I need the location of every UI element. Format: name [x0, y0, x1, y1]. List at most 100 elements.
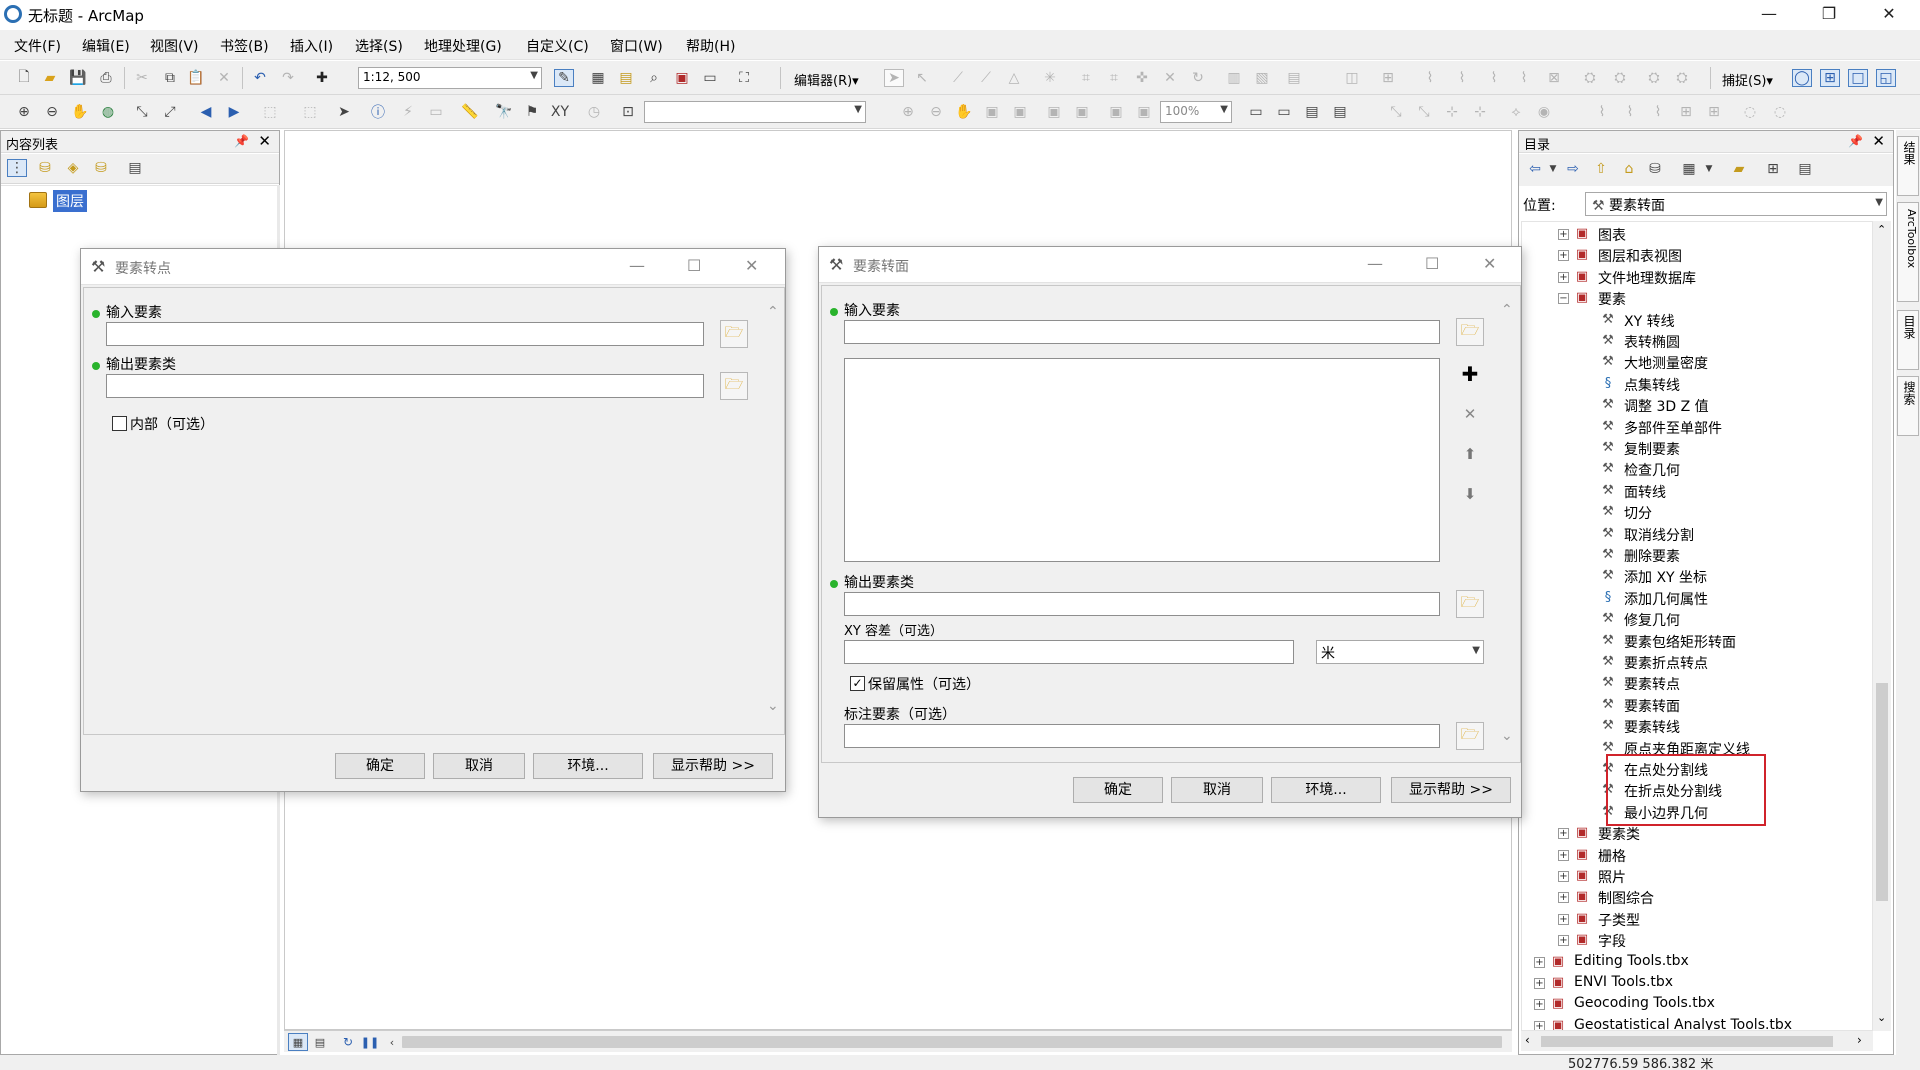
environments-button[interactable]: 环境... — [533, 753, 643, 779]
cancel-button[interactable]: 取消 — [1171, 777, 1263, 803]
add-data-icon[interactable]: ✚ — [312, 69, 332, 87]
hyperlink-icon[interactable]: ⚡ — [398, 103, 418, 121]
inside-checkbox[interactable] — [112, 416, 127, 431]
connect-folder-icon[interactable]: ⛁ — [1645, 160, 1665, 178]
home-icon[interactable]: ⌂ — [1619, 160, 1639, 178]
minimize-icon[interactable]: — — [1367, 254, 1383, 273]
close-icon[interactable]: ✕ — [1483, 254, 1496, 273]
tree-item-tool[interactable]: ⚒ 要素折点转点 — [1522, 652, 1872, 673]
go-forward-icon[interactable]: ▶ — [224, 103, 244, 121]
select-features-icon[interactable]: ⬚ — [260, 103, 280, 121]
vertex-tool-icon[interactable]: ⤡ — [1414, 103, 1434, 121]
layout-zoom-combo[interactable]: 100% ▼ — [1160, 101, 1232, 123]
time-slider-icon[interactable]: ◷ — [584, 103, 604, 121]
tree-item-toolset[interactable]: + ▣ 图层和表视图 — [1522, 245, 1872, 266]
table-window-icon[interactable]: ▦ — [588, 69, 608, 87]
tree-item-tool[interactable]: ⚒ 调整 3D Z 值 — [1522, 395, 1872, 416]
cancel-button[interactable]: 取消 — [433, 753, 525, 779]
show-help-button[interactable]: 显示帮助 >> — [653, 753, 773, 779]
expand-icon[interactable]: + — [1534, 956, 1545, 968]
select-elements-icon[interactable]: ➤ — [334, 103, 354, 121]
fix-topology-icon[interactable]: ⊞ — [1676, 103, 1696, 121]
new-folder-icon[interactable]: ▰ — [1729, 160, 1749, 178]
map-horizontal-scrollbar[interactable] — [402, 1036, 1502, 1048]
tree-item-tool[interactable]: ⚒ 大地测量密度 — [1522, 352, 1872, 373]
options-icon[interactable]: ▤ — [125, 159, 145, 177]
georef-tools-icon[interactable]: ⤡ — [1386, 103, 1406, 121]
side-tab-arctoolbox[interactable]: ArcToolbox — [1897, 202, 1919, 302]
point-snap-icon[interactable]: ◯ — [1792, 69, 1812, 87]
scroll-left-icon[interactable]: ‹ — [1525, 1033, 1530, 1047]
expand-icon[interactable]: + — [1558, 892, 1569, 904]
scroll-left-icon[interactable]: ‹ — [382, 1033, 402, 1051]
tree-item-toolset[interactable]: + ▣ Editing Tools.tbx — [1522, 952, 1872, 973]
go-to-xy-icon[interactable]: XY — [550, 103, 570, 121]
find-icon[interactable]: 🔭 — [494, 103, 514, 121]
tree-item-tool[interactable]: ⚒ 要素包络矩形转面 — [1522, 631, 1872, 652]
expand-icon[interactable]: + — [1558, 849, 1569, 861]
pin-icon[interactable]: 📌 — [234, 134, 249, 148]
reshape-icon[interactable]: ⌗ — [1104, 69, 1124, 87]
tree-item-toolset[interactable]: + ▣ 制图综合 — [1522, 887, 1872, 908]
menu-windows[interactable]: 窗口(W) — [610, 36, 663, 56]
create-viewer-icon[interactable]: ⊡ — [618, 103, 638, 121]
measure-icon[interactable]: 📏 — [460, 103, 480, 121]
scroll-up-icon[interactable]: ⌃ — [1501, 302, 1513, 318]
menu-customize[interactable]: 自定义(C) — [526, 36, 589, 56]
cut-icon[interactable]: ✂ — [132, 69, 152, 87]
python-window-icon[interactable]: ▭ — [700, 69, 720, 87]
layout-zoom-in-icon[interactable]: ⊕ — [898, 103, 918, 121]
side-tab-results[interactable]: 结果 — [1897, 136, 1919, 196]
expand-icon[interactable]: + — [1558, 229, 1569, 240]
scroll-up-icon[interactable]: ⌃ — [767, 304, 779, 320]
menu-geoprocessing[interactable]: 地理处理(G) — [424, 36, 502, 56]
save-icon[interactable]: 💾 — [68, 69, 88, 87]
tree-item-tool[interactable]: ⚒ 删除要素 — [1522, 545, 1872, 566]
menu-edit[interactable]: 编辑(E) — [82, 36, 130, 56]
tree-item-tool[interactable]: § 添加几何属性 — [1522, 588, 1872, 609]
back-icon[interactable]: ⇦ — [1525, 160, 1545, 178]
dialog-scrollbar[interactable]: ⌃ ⌄ — [1498, 286, 1518, 762]
close-icon[interactable]: ✕ — [1872, 132, 1885, 150]
link-tool-icon[interactable]: ⊹ — [1442, 103, 1462, 121]
browse-folder-button[interactable]: 🗁 — [1456, 722, 1484, 750]
validate-topology-icon[interactable]: ⌇ — [1620, 103, 1640, 121]
expand-icon[interactable]: + — [1534, 1020, 1545, 1030]
up-one-level-icon[interactable]: ⇧ — [1591, 160, 1611, 178]
tree-item-toolset[interactable]: + ▣ 子类型 — [1522, 909, 1872, 930]
fixed-zoom-out-icon[interactable]: ⤢ — [160, 103, 180, 121]
full-extent-icon[interactable]: ◍ — [98, 103, 118, 121]
maximize-icon[interactable]: ☐ — [1425, 254, 1439, 273]
topology-tool-icon[interactable]: ⌇ — [1592, 103, 1612, 121]
generalize-icon[interactable]: ⛭ — [1610, 69, 1630, 87]
tree-toggle-icon[interactable]: ⊞ — [1763, 160, 1783, 178]
tree-item-tool[interactable]: ⚒ 要素转面 — [1522, 695, 1872, 716]
output-class-field[interactable] — [106, 374, 704, 398]
tree-item-toolset[interactable]: + ▣ Geocoding Tools.tbx — [1522, 994, 1872, 1015]
label-features-field[interactable] — [844, 724, 1440, 748]
close-icon[interactable]: ✕ — [258, 132, 271, 150]
tree-item-tool[interactable]: ⚒ 修复几何 — [1522, 609, 1872, 630]
zoom-100-icon[interactable]: ▣ — [1010, 103, 1030, 121]
catalog-horizontal-scrollbar[interactable]: ‹ › — [1521, 1031, 1873, 1051]
create-features-icon[interactable]: ▤ — [1284, 69, 1304, 87]
close-window-button[interactable]: ✕ — [1866, 0, 1912, 30]
point-icon[interactable]: △ — [1004, 69, 1024, 87]
trace-icon[interactable]: ⟋ — [976, 69, 996, 87]
expand-icon[interactable]: + — [1558, 828, 1569, 840]
rotate-icon[interactable]: ↻ — [1188, 69, 1208, 87]
keep-attributes-checkbox[interactable]: ✓ — [850, 676, 865, 691]
expand-icon[interactable]: + — [1558, 935, 1569, 947]
tree-item-toolset[interactable]: + ▣ 图表 — [1522, 224, 1872, 245]
cut-polygons-icon[interactable]: ✜ — [1132, 69, 1152, 87]
advanced-edit-icon[interactable]: ⌇ — [1420, 69, 1440, 87]
layers-node[interactable]: 图层 — [53, 190, 87, 212]
line-intersection-icon[interactable]: ⊠ — [1544, 69, 1564, 87]
change-layout-icon[interactable]: ▤ — [1302, 103, 1322, 121]
show-help-button[interactable]: 显示帮助 >> — [1391, 777, 1511, 803]
layout-back-icon[interactable]: ▣ — [1106, 103, 1126, 121]
ok-button[interactable]: 确定 — [335, 753, 425, 779]
vertex-snap-icon[interactable]: □ — [1848, 69, 1868, 87]
views-dropdown-icon[interactable]: ▼ — [1699, 160, 1719, 178]
restore-button[interactable]: ❐ — [1806, 0, 1852, 30]
